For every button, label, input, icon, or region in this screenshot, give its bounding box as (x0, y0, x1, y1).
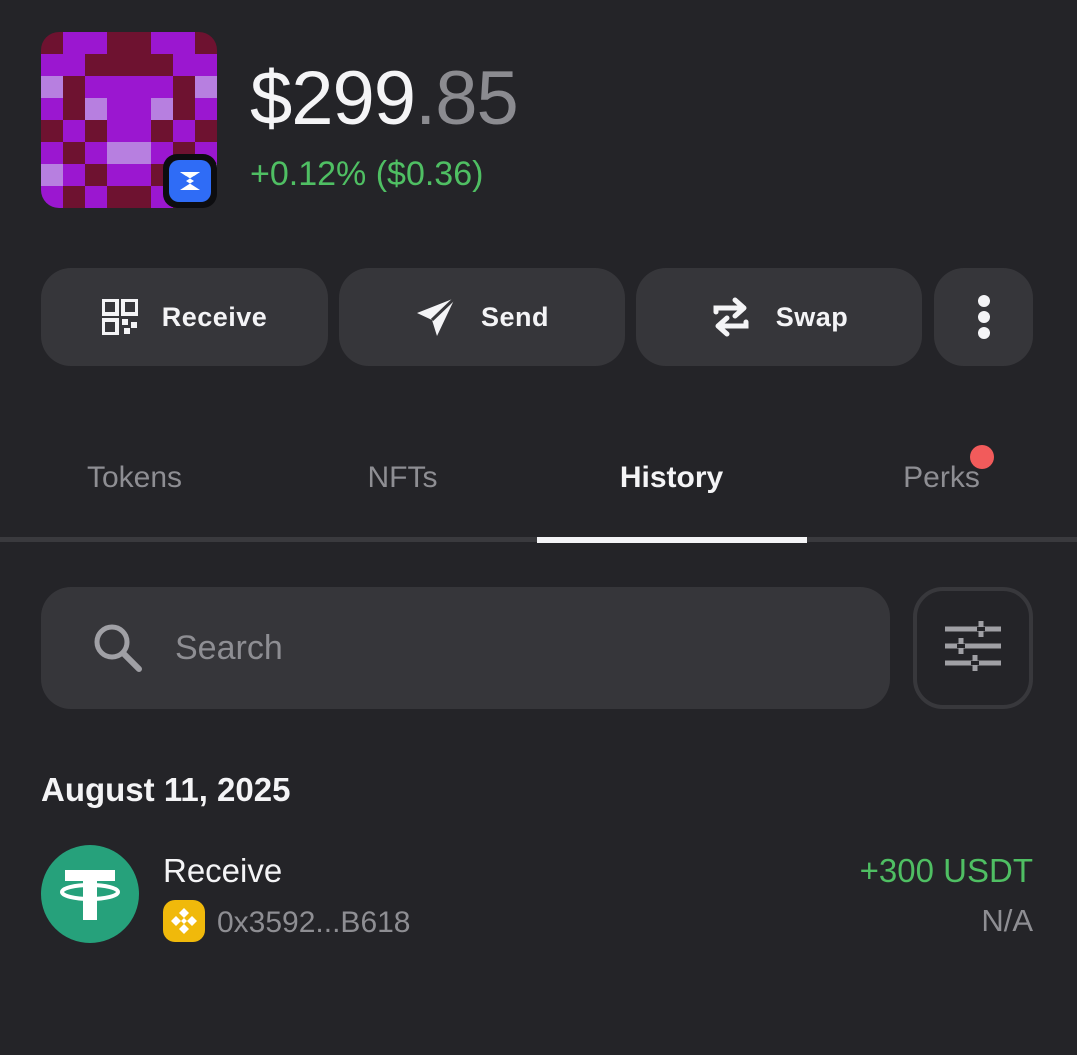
transaction-amount: +300 USDT (859, 852, 1033, 889)
history-date-header: August 11, 2025 (41, 771, 291, 808)
tab-history[interactable]: History (537, 455, 806, 501)
send-label: Send (480, 301, 549, 332)
qr-code-icon (101, 299, 138, 335)
more-vertical-icon (977, 294, 991, 340)
zksync-icon (169, 160, 211, 202)
swap-arrows-icon (710, 296, 752, 338)
transaction-row[interactable]: Receive 0x3592...B618 +300 USDT N/A (41, 845, 1033, 945)
receive-button[interactable]: Receive (41, 268, 328, 366)
active-tab-indicator (537, 537, 807, 543)
balance-change: +0.12% ($0.36) (250, 155, 484, 193)
tether-icon (41, 845, 139, 943)
search-input[interactable] (173, 627, 777, 669)
filter-button[interactable] (913, 587, 1033, 709)
transaction-address: 0x3592...B618 (217, 906, 411, 939)
tab-tokens[interactable]: Tokens (0, 455, 269, 501)
receive-label: Receive (161, 301, 268, 332)
send-arrow-icon (415, 296, 457, 338)
balance-integer: $299 (250, 56, 416, 141)
transaction-fiat-value: N/A (981, 903, 1033, 938)
filter-sliders-icon (945, 620, 1001, 676)
search-icon (91, 621, 145, 675)
swap-button[interactable]: Swap (636, 268, 922, 366)
total-balance: $299.85 (250, 54, 519, 144)
transaction-type: Receive (163, 852, 283, 889)
tab-perks[interactable]: Perks (807, 455, 1076, 501)
chain-badge (163, 154, 217, 208)
more-button[interactable] (934, 268, 1033, 366)
send-button[interactable]: Send (339, 268, 625, 366)
balance-decimal: .85 (415, 56, 519, 141)
tab-nfts[interactable]: NFTs (268, 455, 537, 501)
bnb-chain-icon (163, 900, 205, 942)
notification-dot (970, 445, 994, 469)
search-bar[interactable] (41, 587, 890, 709)
swap-label: Swap (775, 301, 849, 332)
wallet-avatar[interactable] (41, 32, 217, 208)
wallet-screen: $299.85 +0.12% ($0.36) Receive Send Swap… (0, 0, 1077, 1055)
